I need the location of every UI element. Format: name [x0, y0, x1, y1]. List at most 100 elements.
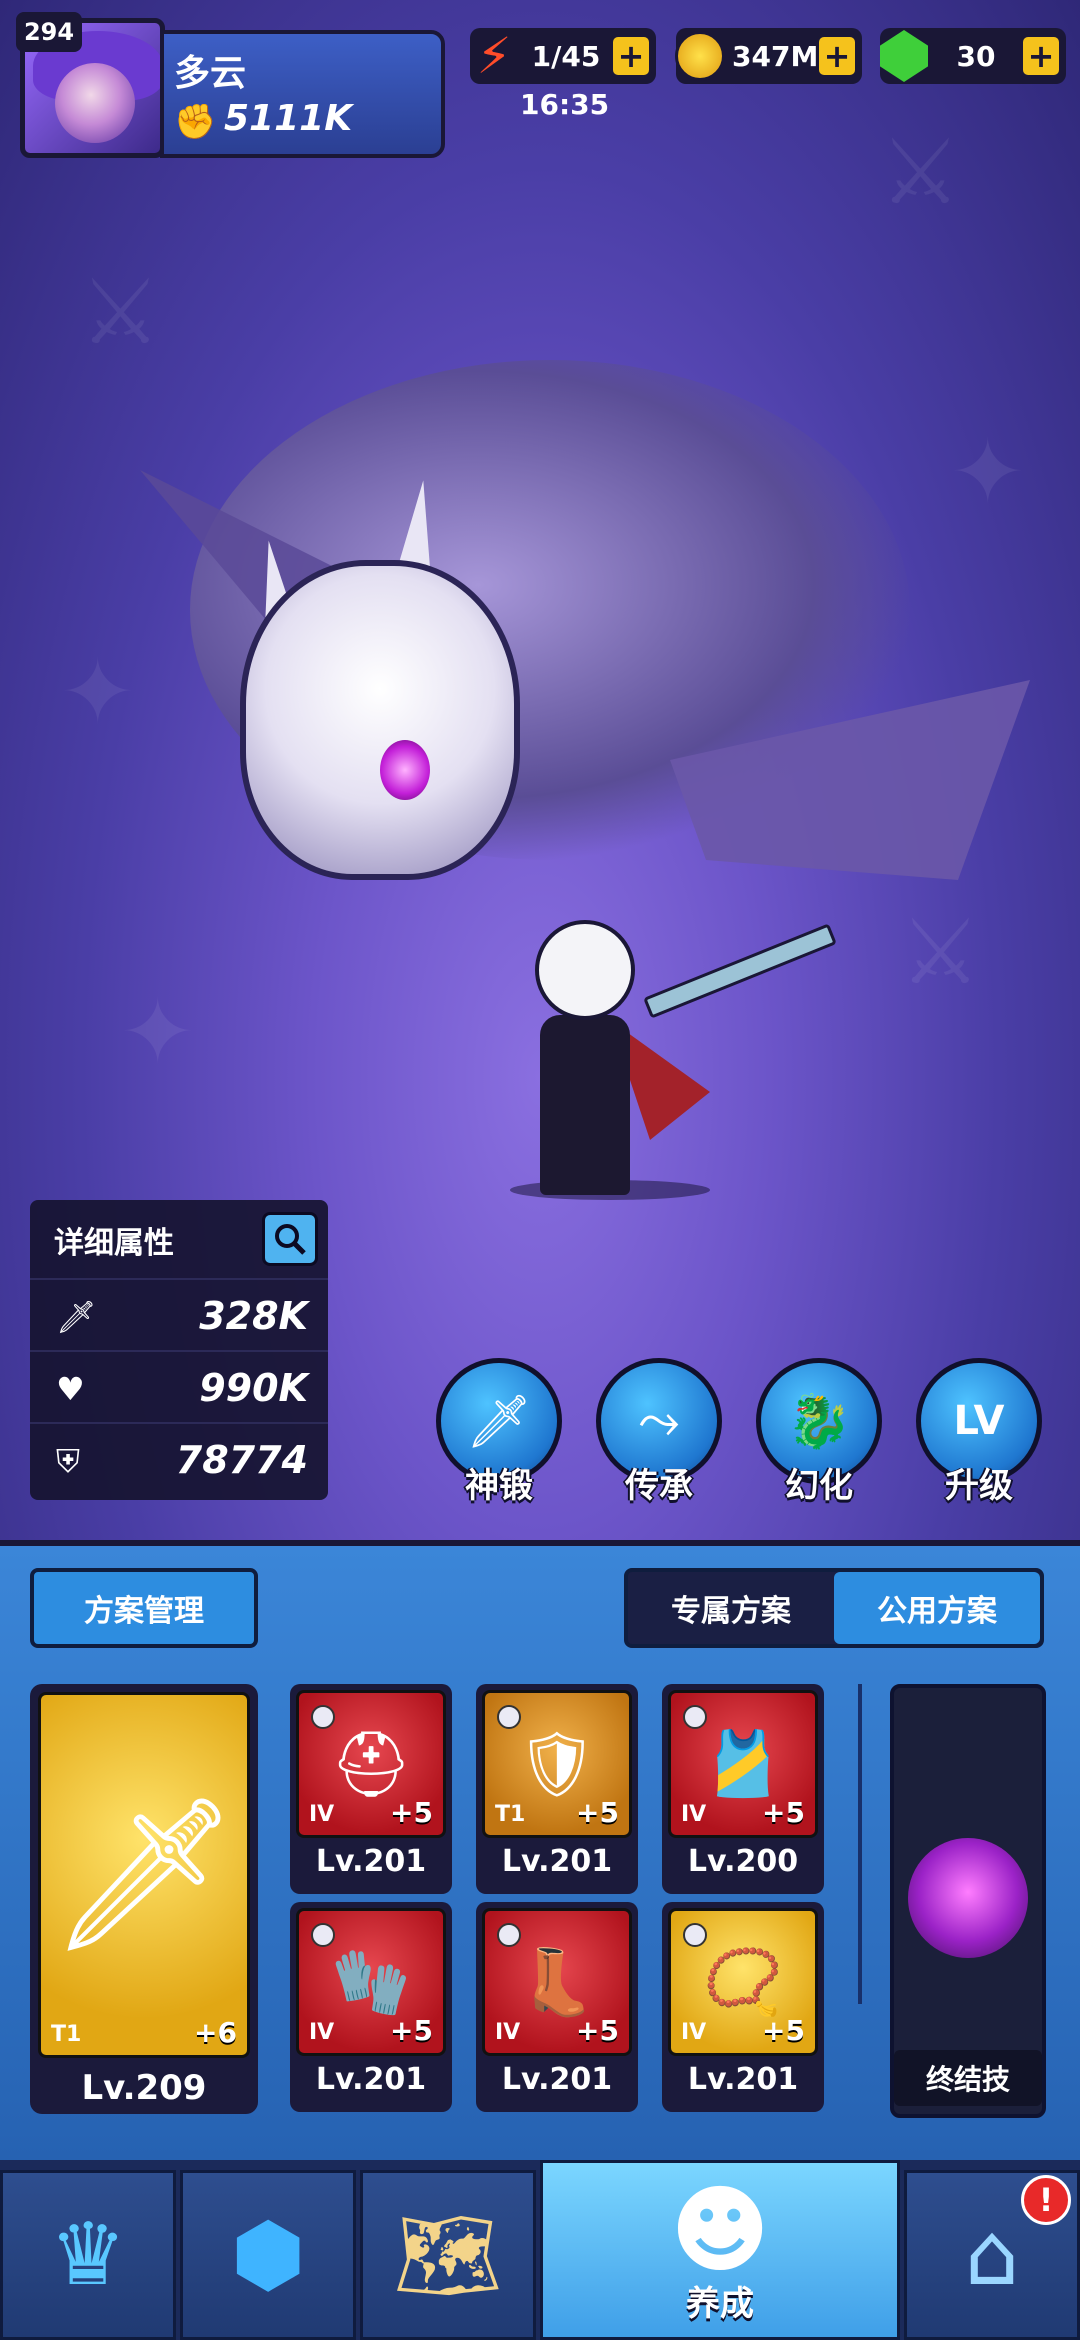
item-tier: IV	[309, 1802, 335, 1827]
inherit-label: 传承	[625, 1466, 693, 1506]
badge-dot-icon	[683, 1923, 707, 1947]
crown-icon: ♛	[49, 2205, 127, 2305]
transform-button[interactable]: 🐉 幻化	[756, 1358, 882, 1518]
attack-value: 328K	[199, 1294, 308, 1338]
sword-icon: 🗡 T1 +6	[38, 1692, 250, 2058]
item-tier: IV	[495, 2020, 521, 2045]
item-plus: +5	[390, 1796, 433, 1829]
nav-shop[interactable]: ⌂ !	[904, 2170, 1080, 2340]
fist-icon: ✊	[174, 102, 217, 142]
main-weapon-card[interactable]: 🗡 T1 +6 Lv.209	[30, 1684, 258, 2114]
heart-icon: ♥	[56, 1370, 85, 1408]
finisher-label: 终结技	[894, 2050, 1042, 2106]
bottom-nav: ♛ ⬢ 🗺 ☻ 养成 ⌂ !	[0, 2160, 1080, 2340]
helmet-icon: ⛑ IV +5	[296, 1690, 446, 1838]
item-plus: +5	[762, 1796, 805, 1829]
item-level: Lv.201	[501, 1844, 613, 1879]
add-gem-button[interactable]: +	[1020, 34, 1062, 78]
gauntlet-icon: 🧤 IV +5	[296, 1908, 446, 2056]
equipment-card-chest[interactable]: 🛡 T1 +5 Lv.201	[476, 1684, 638, 1894]
stat-row-hp: ♥ 990K	[30, 1350, 328, 1422]
equipment-card-helmet[interactable]: ⛑ IV +5 Lv.201	[290, 1684, 452, 1894]
badge-dot-icon	[497, 1705, 521, 1729]
dragon-eye	[380, 740, 430, 800]
stats-title: 详细属性	[54, 1226, 174, 1261]
boots-icon: 👢 IV +5	[482, 1908, 632, 2056]
dragon-head	[240, 560, 520, 880]
badge-dot-icon	[497, 1923, 521, 1947]
gem-value: 30	[956, 39, 996, 73]
player-level-badge: 294	[16, 12, 82, 52]
item-plus: +5	[576, 1796, 619, 1829]
hp-value: 990K	[199, 1366, 308, 1410]
upgrade-button[interactable]: LV 升级	[916, 1358, 1042, 1518]
forge-label: 神锻	[465, 1466, 533, 1506]
detail-stats-panel: 详细属性 🗡 328K ♥ 990K ⛨ 78774	[30, 1200, 328, 1500]
hero-sword	[643, 923, 837, 1019]
player-power: 5111K	[224, 98, 353, 139]
upgrade-label: 升级	[945, 1466, 1013, 1506]
weapon-plus: +6	[194, 2016, 237, 2049]
stats-search-button[interactable]	[262, 1212, 318, 1266]
skill-orb-icon	[908, 1838, 1028, 1958]
item-level: Lv.201	[687, 2062, 799, 2097]
hero-body	[540, 1015, 630, 1195]
alert-badge: !	[1021, 2175, 1071, 2225]
tab-public-plan[interactable]: 公用方案	[834, 1572, 1040, 1644]
shop-house-icon: ⌂	[964, 2205, 1020, 2305]
item-level: Lv.200	[687, 1844, 799, 1879]
item-level: Lv.201	[315, 2062, 427, 2097]
item-tier: T1	[495, 1802, 526, 1827]
lightning-icon: ⚡	[476, 27, 512, 85]
equipment-card-necklace[interactable]: 📿 IV +5 Lv.201	[662, 1902, 824, 2112]
transform-label: 幻化	[785, 1466, 853, 1506]
item-plus: +5	[576, 2014, 619, 2047]
treasure-map-icon: 🗺	[393, 2205, 503, 2306]
equipment-card-belt[interactable]: 🎽 IV +5 Lv.200	[662, 1684, 824, 1894]
energy-timer: 16:35	[520, 88, 610, 121]
necklace-icon: 📿 IV +5	[668, 1908, 818, 2056]
finisher-skill-slot[interactable]: 终结技	[890, 1684, 1046, 2118]
add-energy-button[interactable]: +	[610, 34, 652, 78]
equipment-card-gauntlet[interactable]: 🧤 IV +5 Lv.201	[290, 1902, 452, 2112]
tab-exclusive-plan[interactable]: 专属方案	[628, 1572, 834, 1644]
weapon-level: Lv.209	[81, 2068, 207, 2108]
hero-head	[535, 920, 635, 1020]
magnifier-icon	[275, 1224, 306, 1255]
badge-dot-icon	[311, 1923, 335, 1947]
item-plus: +5	[762, 2014, 805, 2047]
item-plus: +5	[390, 2014, 433, 2047]
plan-management-button[interactable]: 方案管理	[30, 1568, 258, 1648]
equipment-card-boots[interactable]: 👢 IV +5 Lv.201	[476, 1902, 638, 2112]
sword-icon: 🗡	[56, 1298, 97, 1336]
weapon-tier: T1	[51, 2022, 82, 2047]
equipment-panel: 方案管理 专属方案 公用方案 🗡 T1 +6 Lv.209 ⛑ IV +5 Lv…	[0, 1540, 1080, 2160]
player-name: 多云	[174, 53, 247, 94]
panel-divider	[858, 1684, 862, 2004]
badge-dot-icon	[683, 1705, 707, 1729]
forge-button[interactable]: 🗡 神锻	[436, 1358, 562, 1518]
nav-develop[interactable]: ☻ 养成	[540, 2160, 900, 2340]
item-level: Lv.201	[501, 2062, 613, 2097]
player-info-panel[interactable]: 多云 ✊ 5111K	[160, 30, 445, 158]
item-level: Lv.201	[315, 1844, 427, 1879]
nav-map[interactable]: 🗺	[360, 2170, 536, 2340]
nav-crown[interactable]: ♛	[0, 2170, 176, 2340]
energy-value: 1/45	[531, 39, 601, 73]
green-gem-icon	[874, 24, 934, 88]
equipment-panel-inner: 方案管理 专属方案 公用方案 🗡 T1 +6 Lv.209 ⛑ IV +5 Lv…	[0, 1546, 1080, 2160]
item-tier: IV	[309, 2020, 335, 2045]
nav-rune[interactable]: ⬢	[180, 2170, 356, 2340]
shield-icon: ⛨	[56, 1442, 81, 1480]
rune-hexagon-icon: ⬢	[230, 2205, 306, 2305]
belt-armor-icon: 🎽 IV +5	[668, 1690, 818, 1838]
defense-value: 78774	[175, 1438, 308, 1482]
stat-row-defense: ⛨ 78774	[30, 1422, 328, 1494]
gold-value: 347M	[732, 39, 819, 73]
hero-character[interactable]	[500, 920, 710, 1200]
item-tier: IV	[681, 1802, 707, 1827]
inherit-button[interactable]: ⤳ 传承	[596, 1358, 722, 1518]
add-gold-button[interactable]: +	[816, 34, 858, 78]
gold-resource: 347M +	[675, 28, 862, 84]
nav-develop-label: 养成	[686, 2284, 754, 2324]
